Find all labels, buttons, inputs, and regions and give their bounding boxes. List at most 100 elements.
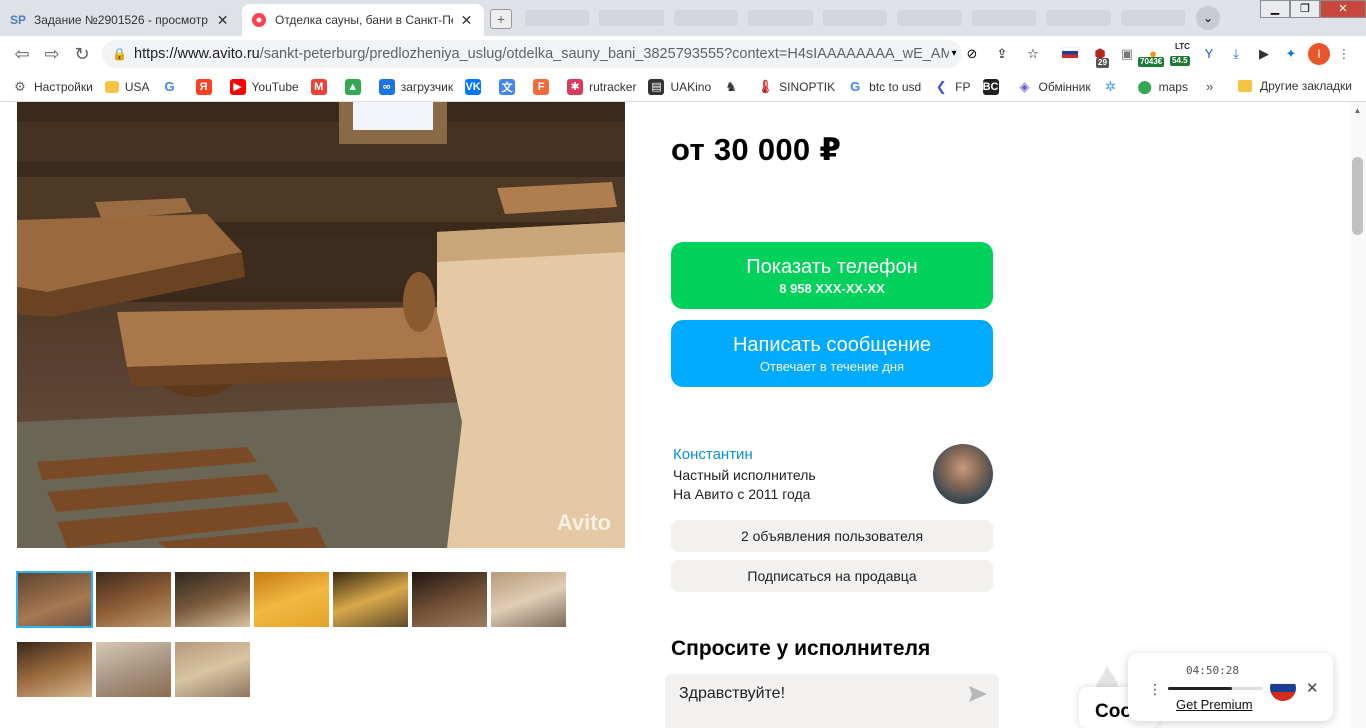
bookmark-translate[interactable]: 文: [499, 78, 521, 95]
bookmark-star[interactable]: ✲: [1103, 79, 1125, 95]
fp-icon: ❮: [935, 78, 947, 94]
bookmark-label: Обмінник: [1038, 79, 1091, 94]
bookmark-bc[interactable]: BC: [982, 78, 1005, 95]
reload-icon[interactable]: ↻: [70, 42, 94, 66]
bookmark-настройки[interactable]: ⚙ Настройки: [12, 79, 93, 95]
rutracker-icon: ✱: [567, 78, 584, 95]
bookmark-chess[interactable]: ♞: [723, 79, 745, 95]
briefcase-extension-icon[interactable]: ▣: [1117, 44, 1137, 64]
bookmark-google[interactable]: G: [162, 79, 184, 95]
main-photo[interactable]: Avito: [17, 102, 625, 548]
other-bookmarks[interactable]: Другие закладки: [1238, 79, 1352, 93]
translate-icon: 文: [499, 78, 516, 95]
share-icon[interactable]: ⇪: [992, 44, 1012, 64]
tab-avito[interactable]: Отделка сауны, бани в Санкт-Петербурге ✕: [242, 4, 484, 36]
menu-icon[interactable]: ⋮: [1334, 44, 1354, 64]
seller-name-link[interactable]: Константин: [673, 446, 753, 463]
scrollbar-thumb[interactable]: [1352, 157, 1363, 235]
sp-favicon-icon: SP: [10, 13, 27, 27]
bookmark-vk[interactable]: VK: [465, 78, 487, 95]
bookmark-uakino[interactable]: ▤ UAKino: [648, 78, 712, 95]
thumbnail[interactable]: [96, 572, 171, 627]
bookmark-yandex[interactable]: Я: [195, 78, 218, 95]
bookmark-label: YouTube: [251, 79, 299, 94]
russia-flag-icon[interactable]: [1060, 44, 1080, 64]
puzzle-extensions-icon[interactable]: ✦: [1281, 44, 1301, 64]
tab-task[interactable]: SP Задание №2901526 - просмотр задания ✕: [0, 4, 240, 36]
url-dropdown-icon[interactable]: ▾: [944, 44, 964, 64]
bookmark-загрузчик[interactable]: ∞ загрузчик: [378, 78, 454, 95]
get-premium-link[interactable]: Get Premium: [1176, 697, 1253, 712]
bookmark-sinoptik[interactable]: 🌡 SINOPTIK: [757, 79, 835, 95]
scroll-up-arrow-icon[interactable]: ▲: [1352, 106, 1363, 116]
y-extension-icon[interactable]: Y: [1199, 44, 1219, 64]
bookmark-label: загрузчик: [400, 79, 454, 94]
thumbnail[interactable]: [175, 572, 250, 627]
vpn-widget: 04:50:28 ⋮ Get Premium ✕: [1128, 653, 1333, 721]
seller-avatar[interactable]: [933, 444, 993, 504]
seller-since: На Авито с 2011 года: [673, 486, 811, 502]
close-tab-icon[interactable]: ✕: [459, 12, 474, 29]
download-icon[interactable]: ⤓: [1226, 44, 1246, 64]
new-tab-button[interactable]: +: [490, 9, 512, 29]
vpn-close-icon[interactable]: ✕: [1306, 679, 1319, 697]
back-arrow-icon[interactable]: ⇦: [10, 42, 34, 66]
bookmark-label: SINOPTIK: [779, 79, 836, 94]
bookmark-обмінник[interactable]: ◈ Обмінник: [1017, 79, 1091, 95]
thumbnail[interactable]: [412, 572, 487, 627]
bookmark-label: btc to usd: [869, 79, 922, 94]
yandex-icon: Я: [195, 78, 212, 95]
avito-favicon-icon: [252, 12, 267, 28]
bookmark-fp[interactable]: ❮ FP: [933, 78, 971, 95]
bookmark-rutracker[interactable]: ✱ rutracker: [567, 78, 636, 95]
terminal-extension-icon[interactable]: ▶: [1254, 44, 1274, 64]
show-phone-button[interactable]: Показать телефон 8 958 XXX-XX-XX: [671, 242, 993, 309]
bookmark-star-icon[interactable]: ☆: [1023, 44, 1043, 64]
thumbnail[interactable]: [17, 642, 92, 697]
profile-avatar-icon[interactable]: I: [1308, 43, 1330, 65]
write-message-button[interactable]: Написать сообщение Отвечает в течение дн…: [671, 320, 993, 387]
bookmark-gmail[interactable]: M: [310, 78, 333, 95]
forward-arrow-icon[interactable]: ⇨: [40, 42, 64, 66]
minimize-button[interactable]: ▁: [1260, 0, 1290, 18]
bookmarks-overflow-icon[interactable]: »: [1206, 79, 1213, 94]
window-close-button[interactable]: ✕: [1320, 0, 1366, 18]
send-icon[interactable]: [969, 686, 987, 702]
bookmark-maps[interactable]: ⬤ maps: [1137, 79, 1188, 95]
bookmark-label: UAKino: [670, 79, 712, 94]
tab-title: Задание №2901526 - просмотр задания: [34, 13, 209, 27]
bookmark-drive[interactable]: ▲: [344, 78, 367, 95]
vpn-progress-fill: [1168, 687, 1232, 690]
bookmark-youtube[interactable]: ▶ YouTube: [229, 78, 299, 95]
thumbnail[interactable]: [333, 572, 408, 627]
gear-icon: ⚙: [14, 78, 26, 94]
write-message-label: Написать сообщение: [732, 334, 931, 356]
window-controls: ▁ ❐ ✕: [1260, 0, 1366, 18]
response-time: Отвечает в течение дня: [759, 359, 905, 374]
address-bar[interactable]: 🔒 https://www.avito.ru/sankt-peterburg/p…: [102, 40, 962, 68]
thumbnail[interactable]: [96, 642, 171, 697]
bookmark-f[interactable]: F: [533, 78, 555, 95]
thumbnail[interactable]: [254, 572, 329, 627]
sauna-photo-image: [17, 102, 625, 548]
bookmark-usa[interactable]: USA: [104, 80, 150, 94]
price: от 30 000 ₽: [671, 132, 842, 167]
ltc-label: LTC: [1175, 42, 1190, 51]
youtube-icon: ▶: [229, 78, 246, 95]
bookmark-label: Настройки: [34, 79, 93, 94]
url-text: https://www.avito.ru/sankt-peterburg/pre…: [134, 46, 949, 62]
tab-search-chevron-icon[interactable]: ⌄: [1196, 6, 1220, 30]
maximize-button[interactable]: ❐: [1290, 0, 1320, 18]
user-ads-button[interactable]: 2 объявления пользователя: [671, 520, 993, 552]
close-tab-icon[interactable]: ✕: [215, 12, 230, 29]
thumbnail[interactable]: [491, 572, 566, 627]
bookmark-btc-to-usd[interactable]: Gbtc to usd: [847, 79, 921, 95]
subscribe-seller-button[interactable]: Подписаться на продавца: [671, 560, 993, 592]
ask-message-input[interactable]: Здравствуйте!: [665, 674, 999, 728]
vpn-more-icon[interactable]: ⋮: [1148, 681, 1162, 698]
thumbnail[interactable]: [175, 642, 250, 697]
thumbnail[interactable]: [16, 571, 93, 628]
phone-mask: 8 958 XXX-XX-XX: [779, 281, 885, 296]
blocked-popup-icon[interactable]: ⊘: [962, 44, 982, 64]
russia-flag-icon[interactable]: [1270, 675, 1296, 701]
